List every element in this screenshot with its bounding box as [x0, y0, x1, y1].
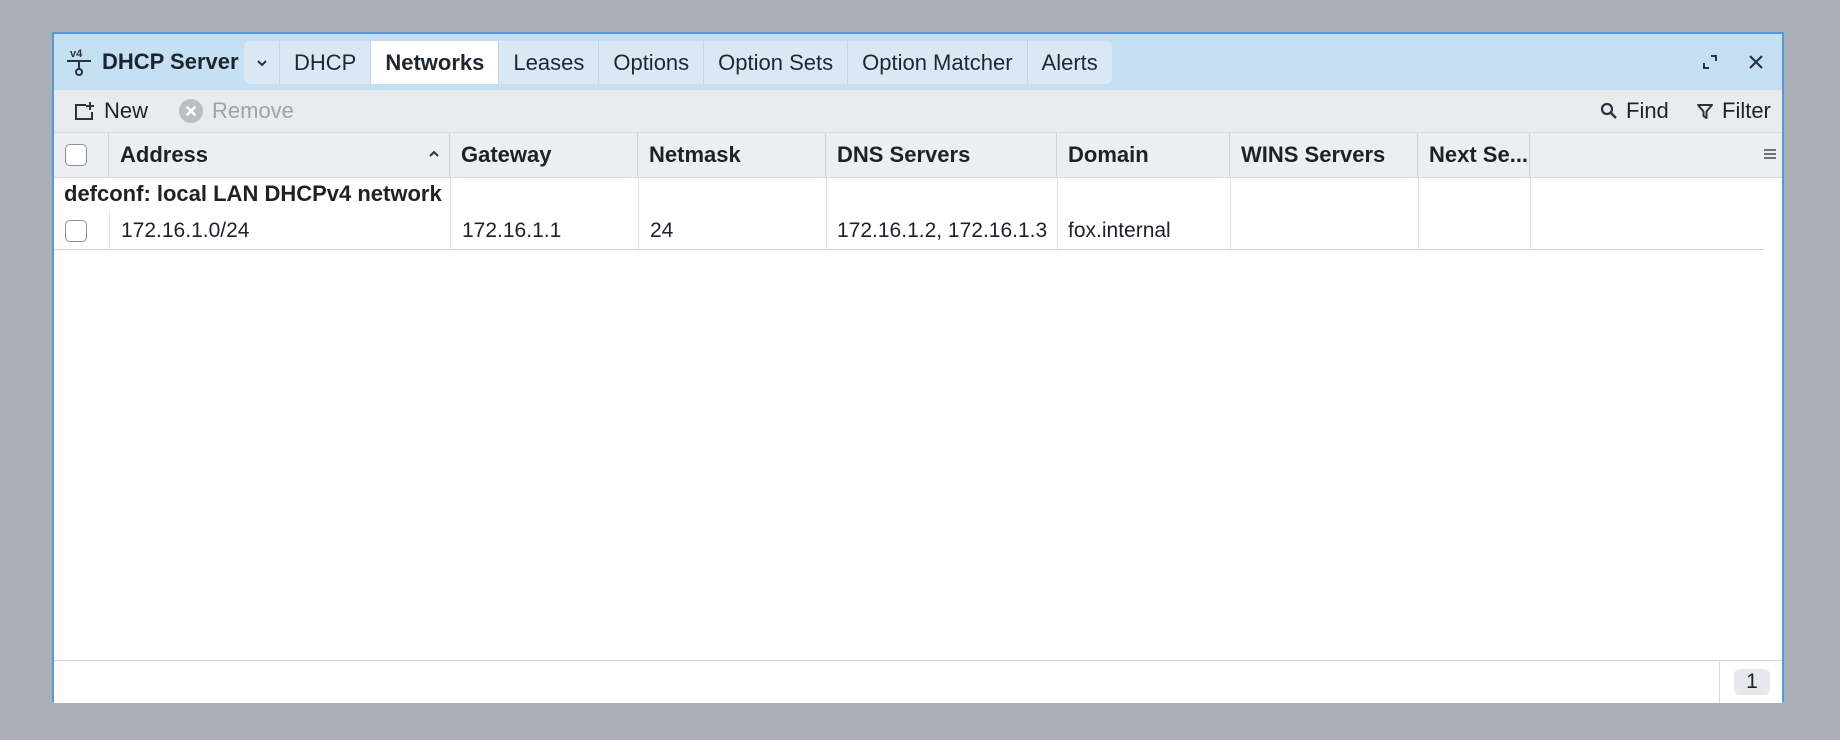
- column-label: Address: [120, 142, 209, 167]
- find-button[interactable]: Find: [1600, 95, 1669, 127]
- cell-dns-servers: 172.16.1.2, 172.16.1.3: [837, 218, 1048, 242]
- find-label: Find: [1626, 98, 1669, 123]
- close-button[interactable]: [1742, 48, 1770, 76]
- maximize-icon: [1703, 55, 1717, 69]
- new-label: New: [104, 98, 149, 123]
- tab-option-sets[interactable]: Option Sets: [704, 41, 849, 84]
- network-tree-icon: v4: [66, 47, 92, 77]
- column-header-dns-servers[interactable]: DNS Servers: [826, 133, 1057, 177]
- filter-label: Filter: [1722, 98, 1771, 123]
- table-header: Address Gateway Netmask DNS Servers Doma…: [54, 133, 1782, 178]
- app-title: v4 DHCP Server: [66, 46, 239, 78]
- tab-networks[interactable]: Networks: [371, 41, 500, 84]
- tab-label: Option Matcher: [862, 49, 1013, 75]
- group-label: defconf: local LAN DHCPv4 network: [64, 181, 442, 206]
- hamburger-icon: [1764, 149, 1776, 159]
- tab-label: Options: [613, 49, 690, 75]
- filter-button[interactable]: Filter: [1696, 95, 1771, 127]
- row-checkbox-cell: [65, 212, 87, 249]
- tab-label: Option Sets: [718, 49, 834, 75]
- title-bar: v4 DHCP Server DHCP Networks Leases Opti…: [54, 34, 1782, 90]
- status-bar: 1: [54, 660, 1782, 703]
- column-header-next-server[interactable]: Next Se...: [1418, 133, 1530, 177]
- tab-menu-button[interactable]: [244, 41, 280, 84]
- tab-label: Alerts: [1041, 49, 1098, 75]
- sort-ascending-icon: [429, 150, 439, 157]
- filter-icon: [1697, 104, 1713, 119]
- new-button[interactable]: New: [74, 95, 148, 127]
- group-row[interactable]: defconf: local LAN DHCPv4 network: [54, 178, 1784, 212]
- remove-button[interactable]: Remove: [178, 95, 294, 127]
- app-name: DHCP Server: [102, 49, 239, 74]
- cell-netmask: 24: [650, 218, 674, 242]
- cell-address: 172.16.1.0/24: [121, 218, 250, 242]
- column-header-address[interactable]: Address: [109, 133, 450, 177]
- maximize-button[interactable]: [1696, 48, 1724, 76]
- search-icon: [1600, 102, 1617, 119]
- footer-divider: [1719, 661, 1720, 703]
- cell-gateway: 172.16.1.1: [462, 218, 562, 242]
- column-menu-button[interactable]: [1762, 146, 1778, 162]
- remove-icon: [179, 99, 203, 123]
- tab-bar: DHCP Networks Leases Options Option Sets…: [244, 41, 1112, 84]
- svg-text:v4: v4: [70, 48, 83, 60]
- cell-domain: fox.internal: [1068, 218, 1171, 242]
- column-label: WINS Servers: [1241, 142, 1386, 167]
- toolbar: New Remove Find Filter: [54, 90, 1782, 133]
- new-icon: [75, 102, 94, 120]
- tab-leases[interactable]: Leases: [499, 41, 600, 84]
- chevron-down-icon: [256, 59, 267, 66]
- column-label: Next Se...: [1429, 142, 1529, 167]
- column-label: DNS Servers: [837, 142, 971, 167]
- tab-alerts[interactable]: Alerts: [1028, 41, 1112, 84]
- select-all-cell: [54, 133, 109, 177]
- dhcp-server-window: v4 DHCP Server DHCP Networks Leases Opti…: [52, 32, 1784, 703]
- tab-options[interactable]: Options: [599, 41, 705, 84]
- column-header-gateway[interactable]: Gateway: [450, 133, 638, 177]
- row-checkbox[interactable]: [65, 219, 87, 242]
- column-label: Gateway: [461, 142, 552, 167]
- column-header-domain[interactable]: Domain: [1057, 133, 1230, 177]
- tab-label: Leases: [513, 49, 585, 75]
- tab-label: Networks: [385, 49, 485, 75]
- close-icon: [1749, 55, 1763, 69]
- table-row[interactable]: 172.16.1.0/24 172.16.1.1 24 172.16.1.2, …: [54, 212, 1764, 250]
- row-count-badge: 1: [1734, 669, 1770, 695]
- tab-option-matcher[interactable]: Option Matcher: [848, 41, 1028, 84]
- column-header-wins-servers[interactable]: WINS Servers: [1230, 133, 1418, 177]
- column-header-netmask[interactable]: Netmask: [638, 133, 826, 177]
- tab-dhcp[interactable]: DHCP: [280, 41, 372, 84]
- column-label: Domain: [1068, 142, 1149, 167]
- tab-label: DHCP: [294, 49, 357, 75]
- remove-label: Remove: [212, 98, 294, 123]
- select-all-checkbox[interactable]: [65, 144, 87, 166]
- column-label: Netmask: [649, 142, 741, 167]
